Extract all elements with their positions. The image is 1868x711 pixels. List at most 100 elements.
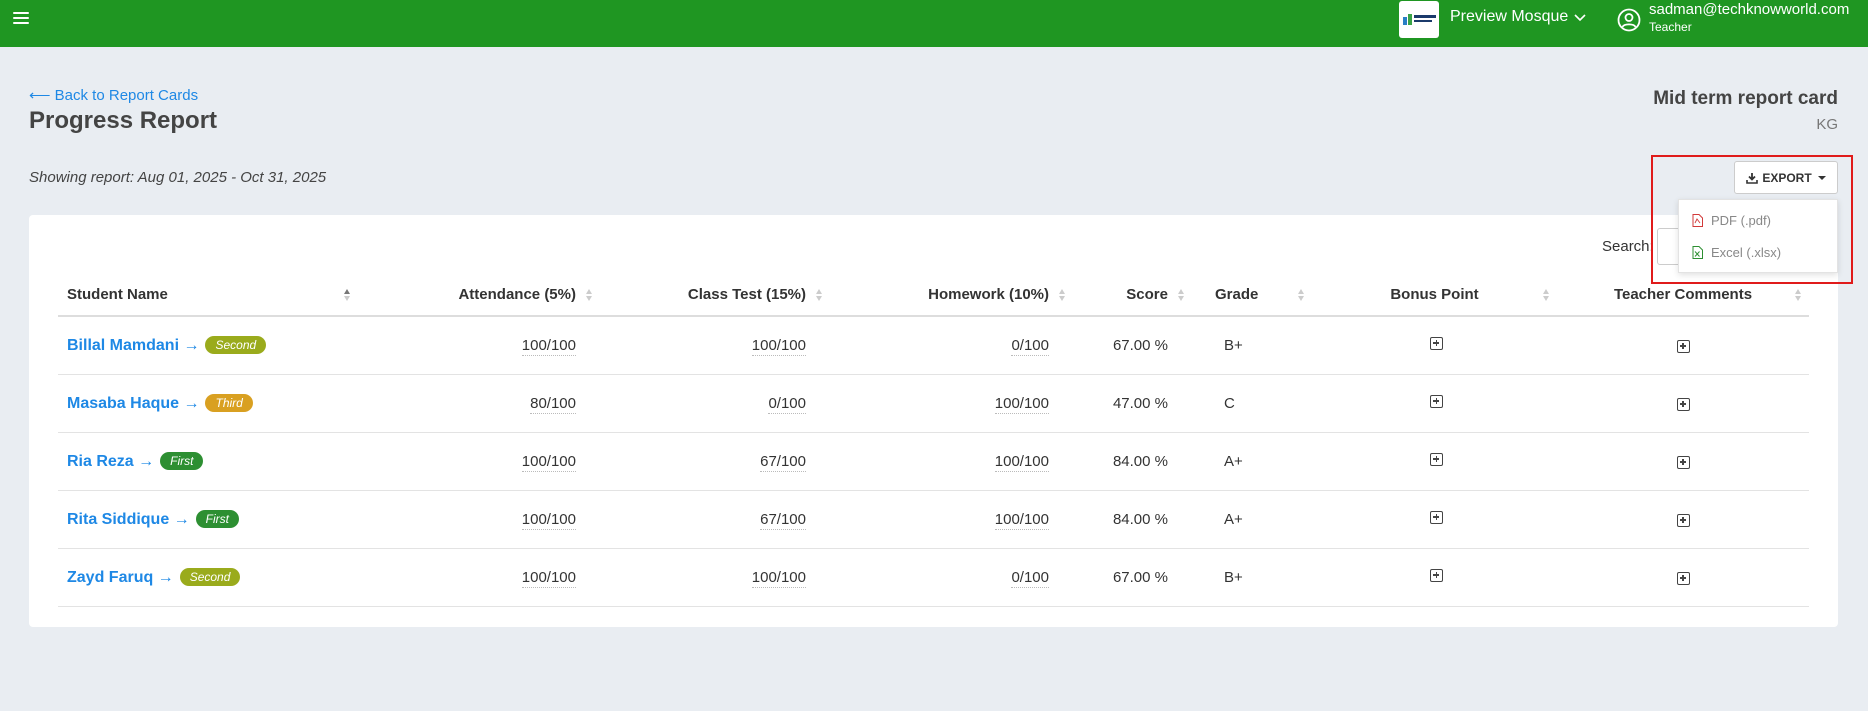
pdf-file-icon [1692,213,1703,227]
rank-badge: First [160,451,204,470]
rank-badge: Second [179,567,241,586]
add-comment-icon[interactable] [1676,397,1690,411]
class-test-cell: 100/100 [600,316,830,375]
report-class-label: KG [1816,116,1838,133]
class-test-value[interactable]: 0/100 [768,394,806,414]
user-email[interactable]: sadman@techknowworld.com [1649,1,1849,18]
bonus-point-cell [1312,432,1557,491]
sort-icon [1543,289,1551,301]
attendance-value[interactable]: 100/100 [521,336,576,356]
rank-badge: First [195,509,239,528]
add-comment-icon[interactable] [1676,339,1690,353]
progress-report-table: Student Name Attendance (5%) Class Test … [58,274,1809,607]
column-header-student-name[interactable]: Student Name [58,274,358,317]
grade-cell: C [1192,374,1312,433]
add-bonus-point-icon[interactable] [1430,336,1443,350]
column-header-homework[interactable]: Homework (10%) [830,274,1073,317]
table-row: Billal Mamdani → Second 100/100 100/100 0/10… [58,316,1809,375]
column-header-bonus-point[interactable]: Bonus Point [1312,274,1557,317]
report-card-title: Mid term report card [1653,88,1838,109]
column-header-grade[interactable]: Grade [1192,274,1312,317]
attendance-value[interactable]: 100/100 [521,510,576,530]
table-row: Zayd Faruq → Second 100/100 100/100 0/100 67.… [58,548,1809,607]
homework-value[interactable]: 0/100 [1011,336,1049,356]
download-icon [1746,172,1759,184]
add-comment-icon[interactable] [1676,571,1690,585]
page-title: Progress Report [29,107,218,134]
sort-icon [1298,289,1306,301]
chevron-down-icon[interactable] [1574,11,1586,23]
add-bonus-point-icon[interactable] [1430,568,1443,582]
search-label: Search: [1602,238,1654,255]
teacher-comments-cell [1557,490,1809,549]
score-cell: 84.00 % [1073,432,1192,491]
add-comment-icon[interactable] [1676,513,1690,527]
hamburger-menu-icon[interactable] [13,12,29,26]
mosque-logo [1399,1,1439,38]
class-test-value[interactable]: 67/100 [760,452,806,472]
sort-icon [816,289,824,301]
homework-value[interactable]: 0/100 [1011,568,1049,588]
column-header-score[interactable]: Score [1073,274,1192,317]
class-test-cell: 0/100 [600,374,830,433]
attendance-cell: 100/100 [358,548,600,607]
table-row: Ria Reza → First 100/100 67/100 100/100 84.00… [58,432,1809,491]
table-header-row: Student Name Attendance (5%) Class Test … [58,274,1809,317]
student-name-link[interactable]: Billal Mamdani → [67,337,199,354]
grade-cell: B+ [1192,316,1312,375]
export-dropdown-menu: PDF (.pdf) Excel (.xlsx) [1678,199,1838,273]
student-name-cell: Billal Mamdani → Second [58,316,358,375]
homework-value[interactable]: 100/100 [994,394,1049,414]
attendance-value[interactable]: 80/100 [530,394,576,414]
sort-icon [1178,289,1186,301]
sort-icon [344,289,352,301]
add-bonus-point-icon[interactable] [1430,394,1443,408]
homework-cell: 100/100 [830,374,1073,433]
column-header-class-test[interactable]: Class Test (15%) [600,274,830,317]
student-name-link[interactable]: Masaba Haque → [67,395,199,412]
class-test-cell: 67/100 [600,490,830,549]
student-name-link[interactable]: Zayd Faruq → [67,569,174,586]
export-button[interactable]: EXPORT [1734,161,1838,194]
score-cell: 67.00 % [1073,316,1192,375]
column-header-attendance[interactable]: Attendance (5%) [358,274,600,317]
homework-cell: 0/100 [830,316,1073,375]
back-to-report-cards-link[interactable]: ⟵ Back to Report Cards [29,86,198,104]
homework-value[interactable]: 100/100 [994,452,1049,472]
teacher-comments-cell [1557,374,1809,433]
attendance-cell: 80/100 [358,374,600,433]
homework-cell: 100/100 [830,490,1073,549]
add-bonus-point-icon[interactable] [1430,452,1443,466]
attendance-value[interactable]: 100/100 [521,452,576,472]
add-comment-icon[interactable] [1676,455,1690,469]
homework-value[interactable]: 100/100 [994,510,1049,530]
user-account-icon[interactable] [1617,8,1641,32]
export-pdf-option[interactable]: PDF (.pdf) [1679,205,1837,235]
report-date-range: Showing report: Aug 01, 2025 - Oct 31, 2… [29,169,327,186]
teacher-comments-cell [1557,432,1809,491]
rank-badge: Second [205,335,267,354]
score-cell: 47.00 % [1073,374,1192,433]
class-test-cell: 67/100 [600,432,830,491]
homework-cell: 0/100 [830,548,1073,607]
attendance-value[interactable]: 100/100 [521,568,576,588]
attendance-cell: 100/100 [358,432,600,491]
class-test-value[interactable]: 100/100 [751,336,806,356]
class-test-value[interactable]: 67/100 [760,510,806,530]
class-test-value[interactable]: 100/100 [751,568,806,588]
student-name-link[interactable]: Rita Siddique → [67,511,190,528]
bonus-point-cell [1312,548,1557,607]
bonus-point-cell [1312,316,1557,375]
user-role: Teacher [1649,20,1692,34]
bonus-point-cell [1312,374,1557,433]
teacher-comments-cell [1557,548,1809,607]
student-name-cell: Ria Reza → First [58,432,358,491]
table-row: Rita Siddique → First 100/100 67/100 100/100… [58,490,1809,549]
mosque-switcher-label[interactable]: Preview Mosque [1450,8,1568,26]
add-bonus-point-icon[interactable] [1430,510,1443,524]
class-test-cell: 100/100 [600,548,830,607]
teacher-comments-cell [1557,316,1809,375]
attendance-cell: 100/100 [358,490,600,549]
export-excel-option[interactable]: Excel (.xlsx) [1679,237,1837,267]
student-name-link[interactable]: Ria Reza → [67,453,154,470]
